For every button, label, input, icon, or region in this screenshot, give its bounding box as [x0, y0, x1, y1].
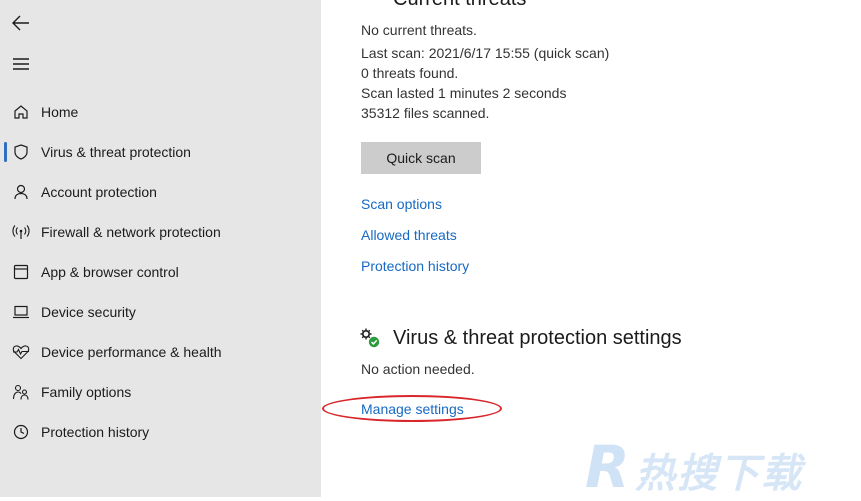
person-icon [12, 183, 30, 201]
hamburger-menu-icon[interactable] [10, 53, 32, 75]
sidebar-item-label: Virus & threat protection [41, 144, 191, 160]
section-title-vt-settings: Virus & threat protection settings [393, 327, 682, 349]
protection-history-link[interactable]: Protection history [361, 258, 469, 274]
wireless-antenna-icon [12, 223, 30, 241]
watermark-text: 热搜下载 [635, 451, 803, 497]
sidebar-item-home[interactable]: Home [0, 92, 321, 132]
no-action-needed-text: No action needed. [361, 361, 475, 377]
scan-duration-text: Scan lasted 1 minutes 2 seconds [361, 85, 567, 101]
sidebar-item-device-performance[interactable]: Device performance & health [0, 332, 321, 372]
sidebar-item-app-browser-control[interactable]: App & browser control [0, 252, 321, 292]
refresh-check-icon [363, 0, 365, 1]
laptop-icon [12, 303, 30, 321]
scan-options-link[interactable]: Scan options [361, 196, 442, 212]
threats-found-text: 0 threats found. [361, 65, 459, 81]
home-icon [12, 103, 30, 121]
manage-settings-link[interactable]: Manage settings [361, 401, 464, 417]
quick-scan-button[interactable]: Quick scan [361, 142, 481, 174]
sidebar-item-label: Family options [41, 384, 132, 400]
watermark-letter: R [585, 433, 630, 501]
files-scanned-text: 35312 files scanned. [361, 105, 490, 121]
shield-icon [12, 143, 30, 161]
sidebar-item-label: Protection history [41, 424, 150, 440]
history-icon [12, 423, 30, 441]
sidebar: Home Virus & threat protection Account p… [0, 0, 321, 497]
back-arrow-icon[interactable] [10, 12, 32, 34]
sidebar-item-account-protection[interactable]: Account protection [0, 172, 321, 212]
settings-gears-check-icon [360, 328, 380, 348]
sidebar-item-label: Home [41, 104, 79, 120]
sidebar-item-family-options[interactable]: Family options [0, 372, 321, 412]
sidebar-item-virus-threat-protection[interactable]: Virus & threat protection [0, 132, 321, 172]
app-window-icon [12, 263, 30, 281]
sidebar-item-label: App & browser control [41, 264, 179, 280]
sidebar-item-protection-history[interactable]: Protection history [0, 412, 321, 452]
sidebar-item-firewall[interactable]: Firewall & network protection [0, 212, 321, 252]
main-content: Current threats No current threats. Last… [321, 0, 861, 501]
last-scan-text: Last scan: 2021/6/17 15:55 (quick scan) [361, 45, 610, 61]
no-current-threats-text: No current threats. [361, 22, 477, 38]
sidebar-nav: Home Virus & threat protection Account p… [0, 92, 321, 452]
sidebar-item-label: Firewall & network protection [41, 224, 221, 240]
watermark-logo: R 热搜下载 [585, 423, 855, 501]
heart-pulse-icon [12, 343, 30, 361]
allowed-threats-link[interactable]: Allowed threats [361, 227, 457, 243]
section-title-current-threats: Current threats [393, 0, 526, 11]
family-icon [12, 383, 30, 401]
sidebar-item-label: Account protection [41, 184, 157, 200]
sidebar-item-device-security[interactable]: Device security [0, 292, 321, 332]
sidebar-item-label: Device security [41, 304, 136, 320]
sidebar-item-label: Device performance & health [41, 344, 222, 360]
